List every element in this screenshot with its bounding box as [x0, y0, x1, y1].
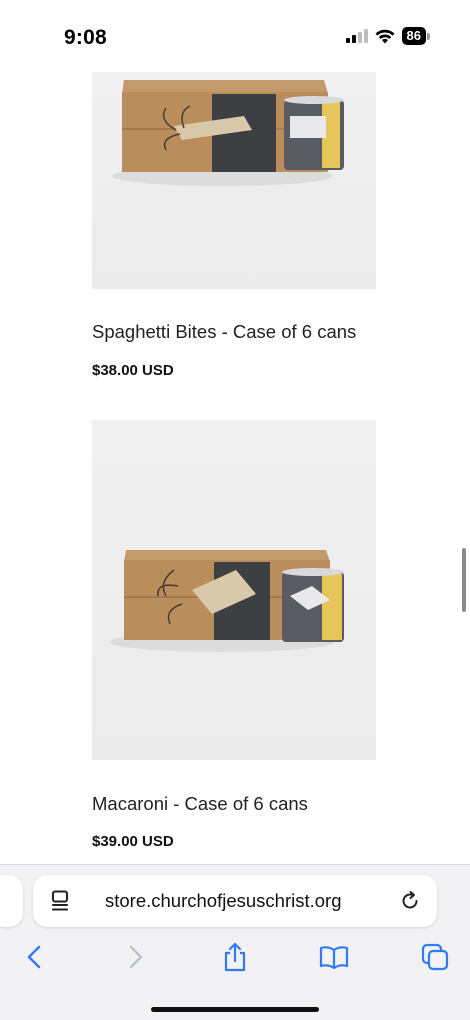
url-field[interactable]: store.churchofjesuschrist.org: [33, 875, 437, 927]
product-price: $38.00 USD: [92, 362, 174, 379]
scroll-indicator[interactable]: [462, 548, 466, 612]
url-text[interactable]: store.churchofjesuschrist.org: [105, 890, 342, 912]
forward-button[interactable]: [118, 939, 154, 975]
browser-toolbar: [0, 939, 470, 975]
battery-tip: [427, 32, 430, 40]
back-icon: [27, 945, 41, 969]
bookmarks-icon: [319, 946, 349, 969]
share-icon: [224, 942, 246, 972]
battery-level: 86: [401, 27, 426, 45]
back-button[interactable]: [16, 939, 52, 975]
status-time: 9:08: [64, 26, 107, 49]
bookmarks-button[interactable]: [316, 939, 352, 975]
reload-icon[interactable]: [399, 890, 421, 912]
tabs-button[interactable]: [417, 939, 453, 975]
home-indicator[interactable]: [151, 1007, 319, 1012]
macaroni-case-image[interactable]: [92, 420, 376, 760]
product-name[interactable]: Spaghetti Bites - Case of 6 cans: [92, 321, 356, 343]
share-button[interactable]: [217, 939, 253, 975]
status-icons: 86: [345, 27, 430, 45]
cellular-signal-icon: [345, 29, 368, 43]
browser-bar: store.churchofjesuschrist.org: [0, 864, 470, 1020]
battery-icon: 86: [401, 27, 430, 45]
previous-tab-edge[interactable]: [0, 875, 23, 927]
tabs-icon: [421, 943, 449, 971]
wifi-icon: [375, 29, 395, 43]
forward-icon: [129, 945, 143, 969]
page-menu-icon[interactable]: [51, 890, 71, 912]
spaghetti-bites-case-image[interactable]: [92, 72, 376, 289]
product-name[interactable]: Macaroni - Case of 6 cans: [92, 793, 308, 815]
status-bar: 9:08 86: [0, 0, 470, 62]
product-price: $39.00 USD: [92, 833, 174, 850]
